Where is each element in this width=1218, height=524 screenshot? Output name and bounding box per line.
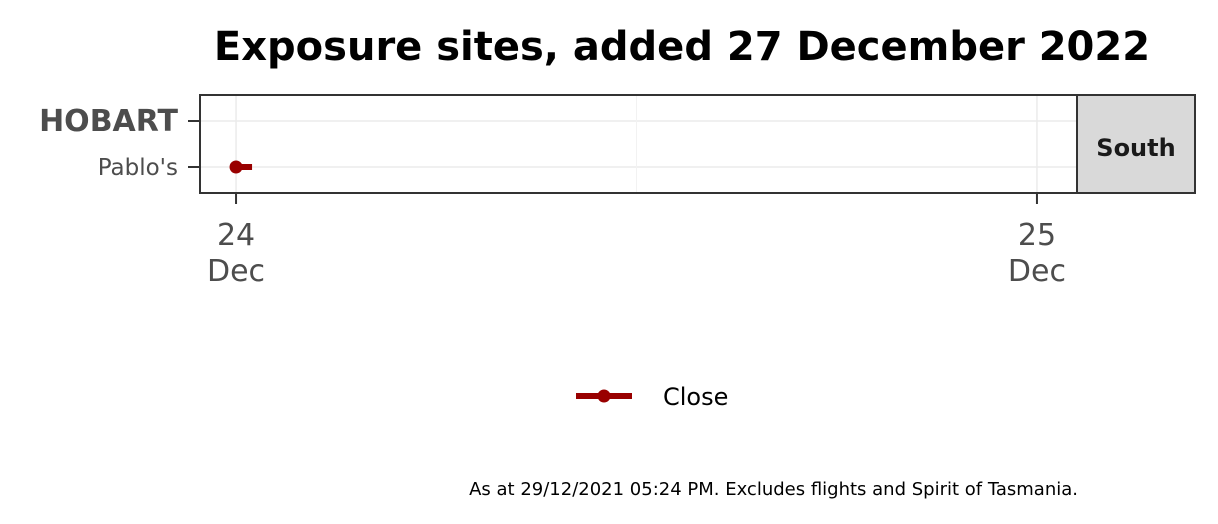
- x-axis-ticks: [235, 193, 1038, 204]
- y-axis-ticks: [188, 120, 200, 168]
- legend-label-close: Close: [663, 383, 728, 411]
- y-tick-label-hobart: HOBART: [39, 104, 178, 139]
- caption: As at 29/12/2021 05:24 PM. Excludes flig…: [469, 479, 1078, 500]
- chart-title: Exposure sites, added 27 December 2022: [214, 24, 1150, 70]
- legend-key-point: [597, 389, 611, 403]
- x-tick-month-24: Dec: [207, 254, 265, 289]
- series-point-close: [229, 160, 243, 174]
- chart: Exposure sites, added 27 December 2022 S…: [39, 24, 1196, 500]
- plot-panel: [200, 95, 1077, 193]
- x-tick-month-25: Dec: [1008, 254, 1066, 289]
- legend: Close: [576, 383, 728, 411]
- facet-label: South: [1096, 134, 1175, 162]
- x-tick-day-24: 24: [217, 218, 255, 253]
- x-tick-day-25: 25: [1018, 218, 1056, 253]
- y-tick-label-pablos: Pablo's: [98, 155, 178, 181]
